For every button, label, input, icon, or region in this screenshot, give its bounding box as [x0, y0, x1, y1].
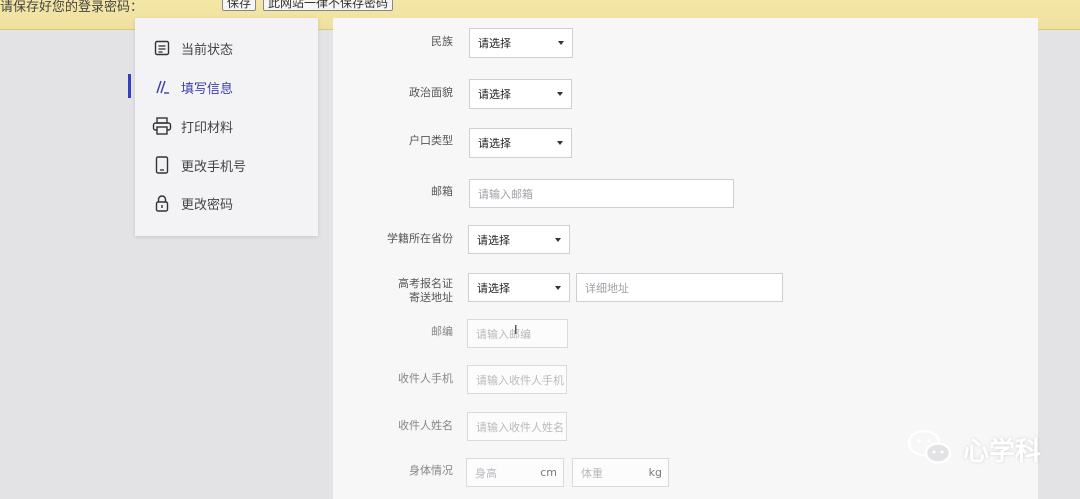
mail-address-label-line2: 寄送地址	[409, 291, 453, 304]
hukou-select[interactable]: 请选择	[469, 128, 572, 158]
height-unit: cm	[540, 466, 557, 479]
never-save-password-button[interactable]: 此网站一律不保存密码	[263, 0, 394, 11]
receiver-name-field[interactable]: 请输入收件人姓名	[467, 412, 567, 441]
caret-down-icon	[555, 285, 561, 290]
sidebar-item-change-phone[interactable]: 更改手机号	[135, 149, 318, 181]
political-select[interactable]: 请选择	[469, 79, 572, 109]
sidebar-item-fill-info[interactable]: 填写信息	[135, 71, 318, 103]
email-field[interactable]: 请输入邮箱	[469, 179, 734, 208]
ethnicity-select[interactable]: 请选择	[469, 28, 573, 58]
detail-address-field[interactable]: 详细地址	[576, 273, 783, 302]
email-placeholder: 请输入邮箱	[478, 187, 533, 201]
detail-address-placeholder: 详细地址	[585, 281, 629, 295]
mail-address-region-value: 请选择	[477, 281, 510, 295]
mail-address-label: 高考报名证 寄送地址	[353, 277, 453, 305]
wechat-icon	[905, 427, 955, 471]
sidebar-nav: 当前状态 填写信息 打印材料 更改手机号 更改密码	[135, 18, 318, 236]
hukou-label: 户口类型	[409, 134, 453, 147]
province-value: 请选择	[477, 233, 510, 247]
ethnicity-value: 请选择	[478, 37, 511, 50]
mail-address-label-line1: 高考报名证	[398, 277, 453, 290]
hukou-value: 请选择	[478, 137, 511, 150]
text-cursor-icon: I	[514, 323, 518, 337]
postcode-label: 邮编	[431, 325, 453, 338]
password-save-prompt: 请保存好您的登录密码：	[0, 0, 144, 15]
weight-placeholder: 体重	[581, 466, 603, 480]
receiver-phone-field[interactable]: 请输入收件人手机	[467, 365, 567, 394]
sidebar-item-label: 打印材料	[181, 120, 234, 136]
document-icon	[151, 38, 173, 58]
ethnicity-label: 民族	[431, 35, 453, 48]
sidebar-item-change-password[interactable]: 更改密码	[135, 187, 318, 219]
caret-down-icon	[557, 92, 563, 96]
caret-down-icon	[557, 141, 563, 145]
receiver-name-label: 收件人姓名	[398, 419, 453, 432]
sidebar-item-status[interactable]: 当前状态	[135, 32, 318, 64]
sidebar-item-print[interactable]: 打印材料	[135, 110, 318, 142]
mail-address-region-select[interactable]: 请选择	[468, 273, 570, 302]
height-placeholder: 身高	[475, 466, 497, 480]
watermark-text: 心学科	[963, 436, 1042, 467]
body-label: 身体情况	[409, 464, 453, 477]
height-field[interactable]: 身高 cm	[466, 458, 564, 487]
postcode-placeholder: 请输入邮编	[476, 327, 531, 341]
weight-unit: kg	[648, 466, 662, 479]
receiver-phone-label: 收件人手机	[398, 372, 453, 385]
province-select[interactable]: 请选择	[468, 225, 570, 254]
sidebar-item-label: 更改手机号	[181, 159, 247, 175]
sidebar-item-label: 当前状态	[181, 42, 234, 58]
caret-down-icon	[555, 237, 561, 242]
lock-icon	[151, 193, 173, 213]
receiver-name-placeholder: 请输入收件人姓名	[476, 420, 564, 434]
edit-icon	[151, 77, 173, 97]
sidebar-item-label: 更改密码	[181, 197, 234, 213]
province-label: 学籍所在省份	[387, 232, 453, 245]
political-label: 政治面貌	[409, 86, 453, 99]
sidebar-item-label: 填写信息	[181, 81, 234, 97]
weight-field[interactable]: 体重 kg	[572, 458, 669, 487]
receiver-phone-placeholder: 请输入收件人手机	[476, 373, 564, 387]
watermark: 心学科	[905, 427, 1041, 471]
phone-icon	[151, 155, 173, 175]
email-label: 邮箱	[431, 185, 453, 198]
printer-icon	[151, 116, 173, 136]
political-value: 请选择	[478, 88, 511, 101]
active-indicator	[128, 74, 131, 98]
save-password-button[interactable]: 保存	[222, 0, 257, 11]
caret-down-icon	[558, 41, 564, 45]
